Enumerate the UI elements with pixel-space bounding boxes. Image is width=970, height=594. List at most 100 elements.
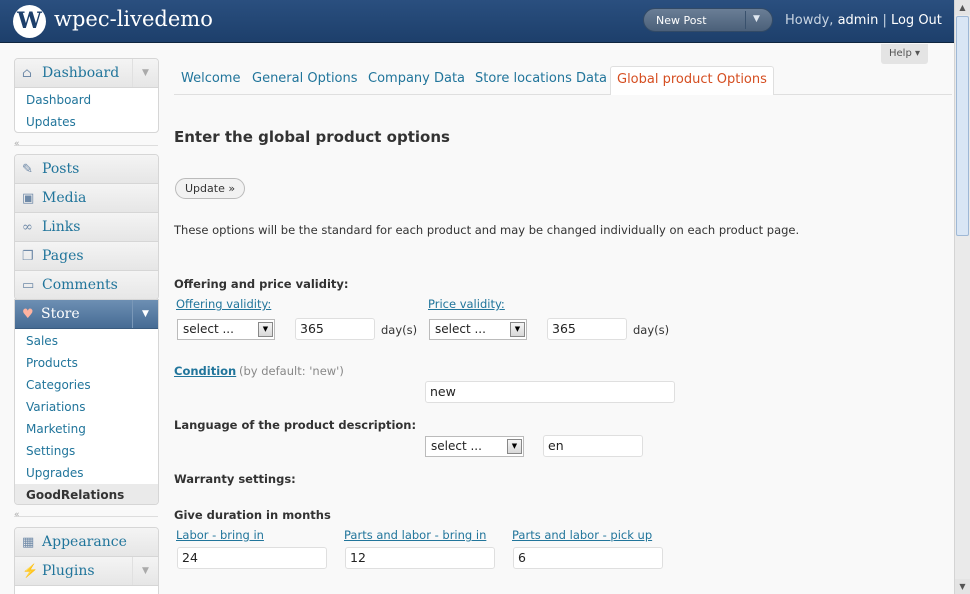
wordpress-logo-icon[interactable]: W <box>13 5 46 38</box>
offering-validity-link[interactable]: Offering validity: <box>176 297 271 311</box>
price-validity-select[interactable]: select ... ▼ <box>429 319 527 340</box>
menu-links[interactable]: ∞ Links <box>15 213 158 242</box>
chevron-down-icon[interactable]: ▼ <box>510 322 525 337</box>
button-divider <box>745 11 746 29</box>
collapse-arrow-icon[interactable]: « <box>14 510 20 520</box>
condition-input[interactable]: new <box>425 381 675 403</box>
menu-label-dashboard: Dashboard <box>42 65 120 81</box>
menu-label-pages: Pages <box>42 248 84 264</box>
offering-days-input[interactable]: 365 <box>295 318 375 340</box>
scroll-down-icon[interactable]: ▼ <box>955 579 970 594</box>
menu-label-links: Links <box>42 219 81 235</box>
help-button[interactable]: Help ▾ <box>881 44 928 64</box>
menu-posts[interactable]: ✎ Posts <box>15 155 158 184</box>
plugin-icon: ⚡ <box>22 564 39 579</box>
menu-main-group: ✎ Posts ▣ Media ∞ Links ❐ Pages ▭ Comments <box>14 154 159 300</box>
vertical-scrollbar[interactable]: ▲ ▼ <box>954 0 970 594</box>
new-post-label: New Post <box>656 14 707 27</box>
warranty-heading: Warranty settings: <box>174 472 296 486</box>
tab-global-product-options[interactable]: Global product Options <box>610 66 774 95</box>
separator-text: | <box>878 13 891 28</box>
offering-days-unit: day(s) <box>381 323 418 337</box>
labor-bring-in-input[interactable]: 24 <box>177 547 327 569</box>
submenu-upgrades[interactable]: Upgrades <box>15 462 158 484</box>
update-button[interactable]: Update » <box>175 178 246 199</box>
submenu-marketing[interactable]: Marketing <box>15 418 158 440</box>
submenu-updates[interactable]: Updates <box>15 111 158 132</box>
chevron-down-icon[interactable]: ▼ <box>258 322 273 337</box>
submenu-sales[interactable]: Sales <box>15 330 158 352</box>
menu-dashboard: ⌂ Dashboard ▼ Dashboard Updates <box>14 58 159 133</box>
submenu-goodrelations[interactable]: GoodRelations <box>15 484 158 504</box>
pages-icon: ❐ <box>22 249 34 264</box>
select-value: select ... <box>431 439 482 453</box>
menu-plugins[interactable]: ⚡ Plugins ▼ <box>15 557 158 586</box>
menu-media[interactable]: ▣ Media <box>15 184 158 213</box>
duration-heading: Give duration in months <box>174 508 331 522</box>
parts-labor-bring-in-input[interactable]: 12 <box>345 547 495 569</box>
chevron-down-icon[interactable]: ▼ <box>753 14 760 24</box>
tab-company-data[interactable]: Company Data <box>368 71 465 86</box>
page-title: Enter the global product options <box>174 128 450 146</box>
chevron-down-icon[interactable]: ▼ <box>132 557 158 585</box>
offering-heading: Offering and price validity: <box>174 277 349 291</box>
site-title[interactable]: wpec-livedemo <box>54 7 213 31</box>
chevron-down-icon[interactable]: ▼ <box>132 300 158 328</box>
language-heading: Language of the product description: <box>174 418 417 432</box>
chevron-down-icon[interactable]: ▼ <box>132 59 158 87</box>
new-post-button[interactable]: New Post ▼ <box>643 8 773 32</box>
comments-icon: ▭ <box>22 278 35 293</box>
language-select[interactable]: select ... ▼ <box>425 436 524 457</box>
submenu-products[interactable]: Products <box>15 352 158 374</box>
menu-head-store[interactable]: ♥ Store ▼ <box>15 300 158 329</box>
submenu-variations[interactable]: Variations <box>15 396 158 418</box>
price-days-input[interactable]: 365 <box>547 318 627 340</box>
link-icon: ∞ <box>22 220 33 235</box>
condition-default-note: (by default: 'new') <box>239 364 344 378</box>
home-icon: ⌂ <box>22 66 32 81</box>
intro-text: These options will be the standard for e… <box>174 223 800 237</box>
menu-label-media: Media <box>42 190 87 206</box>
logout-link[interactable]: Log Out <box>891 13 942 28</box>
select-value: select ... <box>183 322 234 336</box>
pin-icon: ✎ <box>22 162 33 177</box>
user-link[interactable]: admin <box>838 13 879 28</box>
tab-general-options[interactable]: General Options <box>252 71 358 86</box>
tab-welcome[interactable]: Welcome <box>181 71 240 86</box>
price-days-unit: day(s) <box>633 323 670 337</box>
tab-store-locations-data[interactable]: Store locations Data <box>475 71 607 86</box>
scroll-thumb[interactable] <box>956 16 969 236</box>
menu-separator[interactable]: « <box>14 139 158 151</box>
store-icon: ♥ <box>22 307 34 322</box>
menu-bottom-group: ▦ Appearance ⚡ Plugins ▼ <box>14 527 159 594</box>
labor-bring-in-link[interactable]: Labor - bring in <box>176 528 264 542</box>
admin-header: W wpec-livedemo New Post ▼ Howdy, admin … <box>0 0 954 43</box>
chevron-down-icon[interactable]: ▼ <box>507 439 522 454</box>
submenu-dashboard[interactable]: Dashboard <box>15 89 158 111</box>
select-value: select ... <box>435 322 486 336</box>
offering-validity-select[interactable]: select ... ▼ <box>177 319 275 340</box>
appearance-icon: ▦ <box>22 535 35 550</box>
price-validity-link[interactable]: Price validity: <box>428 297 505 311</box>
menu-label-store: Store <box>41 306 80 322</box>
parts-labor-pick-up-link[interactable]: Parts and labor - pick up <box>512 528 652 542</box>
submenu-settings[interactable]: Settings <box>15 440 158 462</box>
menu-separator[interactable]: « <box>14 510 158 522</box>
settings-tabs: Welcome General Options Company Data Sto… <box>174 66 952 95</box>
submenu-categories[interactable]: Categories <box>15 374 158 396</box>
menu-label-posts: Posts <box>42 161 80 177</box>
language-input[interactable]: en <box>543 435 643 457</box>
condition-link[interactable]: Condition <box>174 364 236 378</box>
menu-appearance[interactable]: ▦ Appearance <box>15 528 158 557</box>
parts-labor-pick-up-input[interactable]: 6 <box>513 547 663 569</box>
menu-label-appearance: Appearance <box>42 534 127 550</box>
howdy-text: Howdy, <box>785 13 838 28</box>
menu-comments[interactable]: ▭ Comments <box>15 271 158 299</box>
collapse-arrow-icon[interactable]: « <box>14 139 20 149</box>
menu-label-plugins: Plugins <box>42 563 95 579</box>
menu-head-dashboard[interactable]: ⌂ Dashboard ▼ <box>15 59 158 88</box>
parts-labor-bring-in-link[interactable]: Parts and labor - bring in <box>344 528 486 542</box>
menu-pages[interactable]: ❐ Pages <box>15 242 158 271</box>
media-icon: ▣ <box>22 191 35 206</box>
scroll-up-icon[interactable]: ▲ <box>955 0 970 15</box>
